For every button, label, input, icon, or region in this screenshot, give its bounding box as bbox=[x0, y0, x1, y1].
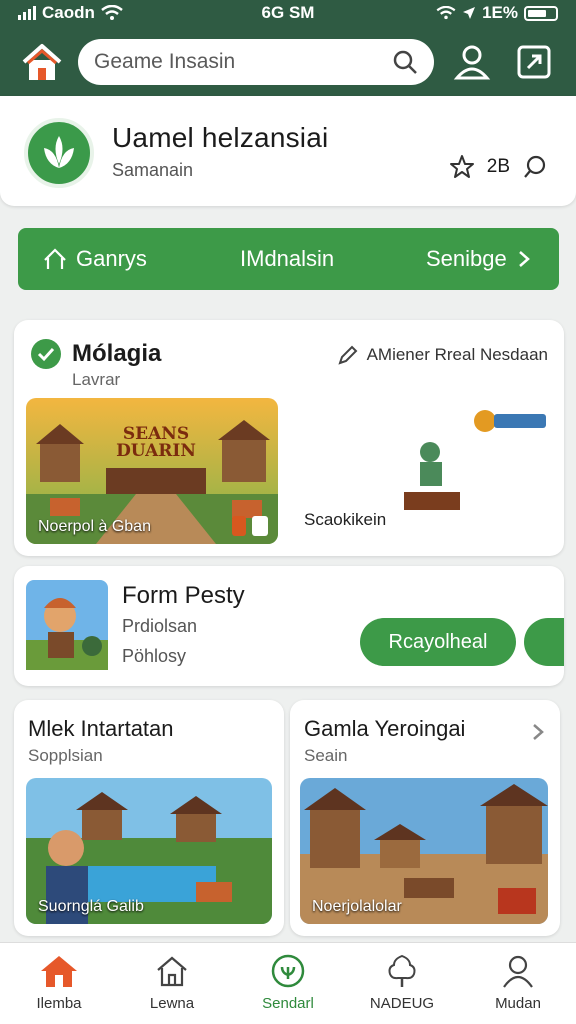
nav-label: Ilemba bbox=[36, 995, 82, 1012]
rating-count: 2B bbox=[486, 156, 510, 177]
nav-home[interactable]: Ilemba bbox=[11, 953, 107, 1012]
home-icon bbox=[41, 956, 77, 987]
star-icon[interactable] bbox=[449, 154, 475, 180]
section-subtitle: Lavrar bbox=[72, 370, 121, 389]
tab-ganrys[interactable]: Ganrys bbox=[42, 246, 147, 272]
play-badge-icon bbox=[232, 516, 268, 536]
promo-title: Form Pesty bbox=[122, 582, 245, 609]
promo-card: Form Pesty Prdiolsan Pöhlosy Rcayolheal bbox=[14, 566, 564, 686]
nav-sendarl[interactable]: Sendarl bbox=[240, 953, 336, 1012]
search-input[interactable]: Geame Insasin bbox=[94, 50, 392, 74]
profile-subtitle: Samanain bbox=[112, 160, 194, 180]
section-link[interactable]: AMiener Rreal Nesdaan bbox=[337, 344, 548, 366]
game-tile[interactable]: SEANS DUARIN Noerpol à Gban bbox=[26, 398, 278, 544]
search-icon[interactable] bbox=[522, 154, 548, 180]
nav-mudan[interactable]: Mudan bbox=[470, 953, 566, 1012]
battery-icon bbox=[524, 5, 558, 21]
section-title: Mólagia bbox=[72, 340, 162, 367]
nav-label: Lewna bbox=[149, 995, 195, 1012]
chevron-right-icon bbox=[518, 251, 530, 267]
status-bar: Caodn 6G SM 1E% bbox=[0, 0, 576, 28]
nav-label: NADEUG bbox=[369, 995, 435, 1012]
game-thumbnail bbox=[26, 580, 108, 670]
location-arrow-icon bbox=[463, 7, 476, 19]
tab-imdnalsin[interactable]: IMdnalsin bbox=[240, 246, 334, 272]
play-button[interactable]: Rcayolheal bbox=[360, 618, 516, 666]
wifi-icon bbox=[436, 6, 456, 20]
tab-label: IMdnalsin bbox=[240, 246, 335, 271]
battery-percent: 1E% bbox=[482, 3, 518, 22]
nav-lewna[interactable]: Lewna bbox=[124, 953, 220, 1012]
game-tile[interactable]: Noerjolalolar bbox=[300, 778, 548, 924]
pencil-icon bbox=[337, 345, 357, 365]
chevron-right-icon[interactable] bbox=[530, 722, 546, 742]
tab-label: Ganrys bbox=[76, 246, 147, 271]
check-circle-icon bbox=[31, 339, 61, 369]
user-icon[interactable] bbox=[452, 42, 492, 82]
top-bar: Caodn 6G SM 1E% Geame Insasin bbox=[0, 0, 576, 96]
home-outline-icon bbox=[44, 248, 66, 269]
share-icon[interactable] bbox=[514, 42, 554, 82]
status-right: 1E% bbox=[436, 3, 558, 23]
card-title: Gamla Yeroingai bbox=[304, 716, 466, 741]
game-tile[interactable]: Suornglá Galib bbox=[26, 778, 272, 924]
search-bar[interactable]: Geame Insasin bbox=[78, 39, 434, 85]
tab-senibge[interactable]: Senibge bbox=[426, 246, 533, 272]
card-title: Mlek Intartatan bbox=[28, 716, 174, 741]
rating-group: 2B bbox=[449, 154, 548, 180]
card-subtitle: Seain bbox=[304, 746, 348, 765]
leaf-circle-icon bbox=[271, 954, 305, 988]
collection-card[interactable]: Mlek Intartatan Sopplsian Suornglá Galib bbox=[14, 700, 284, 936]
badge-icon bbox=[474, 410, 546, 432]
category-tabs: Ganrys IMdnalsin Senibge bbox=[18, 228, 559, 290]
nav-label: Mudan bbox=[495, 995, 541, 1012]
promo-line: Pöhlosy bbox=[122, 646, 187, 666]
leaf-icon bbox=[44, 136, 74, 168]
profile-card: Uamel helzansiai Samanain 2B bbox=[0, 96, 576, 206]
app-logo bbox=[24, 118, 94, 188]
home-icon[interactable] bbox=[20, 40, 64, 84]
tree-icon bbox=[388, 954, 416, 987]
tile-caption: Suornglá Galib bbox=[38, 898, 144, 915]
home-outline-icon bbox=[157, 956, 187, 987]
card-subtitle: Sopplsian bbox=[28, 746, 103, 765]
tile-caption: Noerpol à Gban bbox=[38, 518, 151, 535]
section-link-label: AMiener Rreal Nesdaan bbox=[366, 345, 548, 364]
featured-section: Mólagia Lavrar AMiener Rreal Nesdaan SEA… bbox=[14, 320, 564, 556]
nav-nadeug[interactable]: NADEUG bbox=[354, 953, 450, 1012]
nav-label: Sendarl bbox=[262, 995, 314, 1012]
next-button[interactable] bbox=[524, 618, 564, 666]
game-tile[interactable]: Scaokikein bbox=[292, 398, 552, 544]
profile-title: Uamel helzansiai bbox=[112, 122, 329, 153]
promo-line: Prdiolsan bbox=[122, 616, 198, 636]
bottom-nav: Ilemba Lewna Sendarl NADEUG Mudan bbox=[0, 942, 576, 1024]
tile-caption: Scaokikein bbox=[304, 510, 387, 529]
collection-card[interactable]: Gamla Yeroingai Seain Noerjolalolar bbox=[290, 700, 560, 936]
user-icon bbox=[503, 955, 533, 988]
tile-caption: Noerjolalolar bbox=[312, 898, 402, 915]
search-icon[interactable] bbox=[392, 49, 418, 75]
game-art-title: SEANS DUARIN bbox=[116, 424, 196, 461]
character-icon bbox=[404, 442, 460, 510]
tab-label: Senibge bbox=[426, 246, 507, 271]
